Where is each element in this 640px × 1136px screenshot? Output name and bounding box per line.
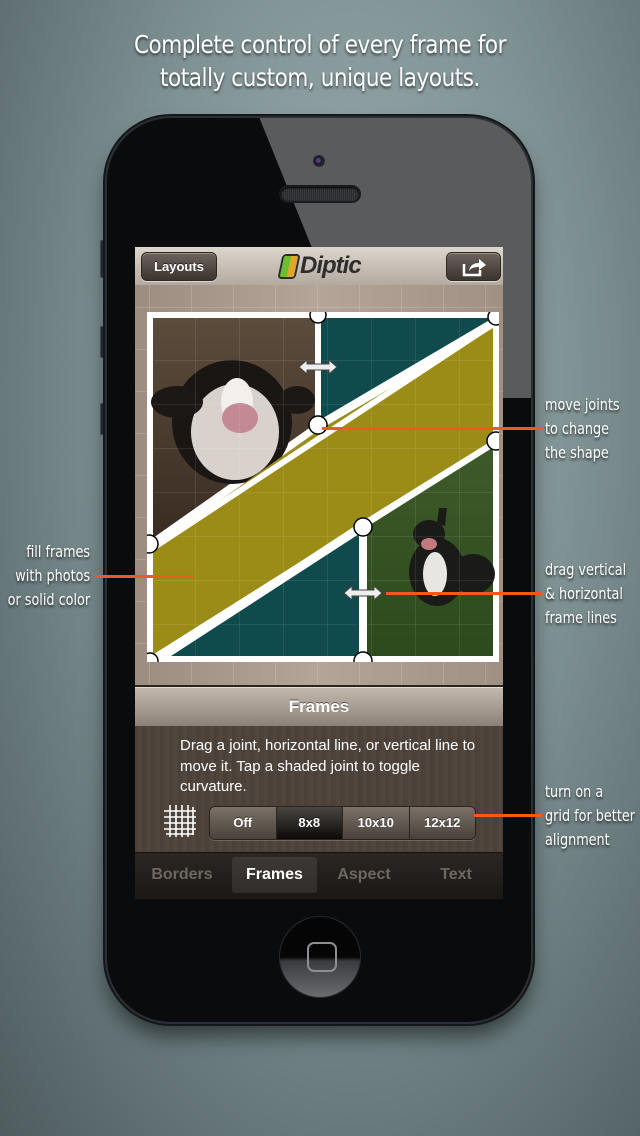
tab-borders[interactable]: Borders (141, 857, 223, 893)
home-square-icon (307, 942, 337, 972)
callout-line: alignment (545, 830, 610, 849)
grid-option-12x12[interactable]: 12x12 (409, 807, 475, 839)
callout-line: the shape (545, 443, 609, 462)
grid-size-segmented-control: Off 8x8 10x10 12x12 (209, 806, 476, 840)
grid-option-10x10[interactable]: 10x10 (343, 807, 410, 839)
tab-aspect[interactable]: Aspect (323, 857, 405, 893)
bottom-tab-bar: Borders Frames Aspect Text (135, 852, 503, 899)
callout-fill-frames: fill frames with photos or solid color (8, 540, 90, 612)
home-button (280, 917, 360, 997)
callout-leader-line (474, 814, 542, 817)
callout-line: move joints (545, 395, 620, 414)
callout-line: & horizontal (545, 584, 623, 603)
callout-line: fill frames (26, 542, 90, 561)
grid-option-off[interactable]: Off (210, 807, 277, 839)
headline-line-2: totally custom, unique layouts. (160, 63, 480, 92)
navigation-bar: Layouts Diptic (135, 247, 503, 286)
callout-line: or solid color (7, 590, 90, 609)
callout-leader-line (386, 592, 542, 595)
joint-handle[interactable] (147, 534, 159, 554)
joint-handle[interactable] (308, 415, 328, 435)
app-screen: Layouts Diptic Frames Drag a joint, hori… (135, 247, 503, 899)
layouts-button[interactable]: Layouts (141, 252, 217, 281)
help-text: Drag a joint, horizontal line, or vertic… (180, 737, 476, 795)
callout-line: drag vertical (545, 560, 627, 579)
joint-handle[interactable] (486, 431, 499, 451)
share-arrow-icon (462, 259, 486, 277)
earpiece-speaker (281, 187, 359, 201)
logo-text: Diptic (300, 252, 362, 279)
callout-line: grid for better (545, 806, 635, 825)
headline-line-1: Complete control of every frame for (133, 30, 507, 59)
share-button[interactable] (446, 252, 501, 281)
mute-switch (100, 240, 106, 278)
tab-frames[interactable]: Frames (232, 857, 317, 893)
grid-icon (164, 805, 196, 837)
callout-move-joints: move joints to change the shape (545, 393, 620, 465)
callout-leader-line (322, 427, 542, 430)
panel-title: Frames (135, 687, 503, 727)
diptic-logo: Diptic (277, 252, 362, 279)
promo-headline: Complete control of every frame for tota… (45, 28, 595, 94)
front-camera (313, 155, 325, 167)
grid-option-8x8[interactable]: 8x8 (276, 807, 343, 839)
logo-mark-icon (277, 253, 301, 279)
callout-line: to change (545, 419, 610, 438)
volume-up-button (100, 326, 106, 358)
collage-frames (147, 312, 499, 662)
callout-line: with photos (15, 566, 90, 585)
tab-text[interactable]: Text (415, 857, 497, 893)
callout-line: frame lines (545, 608, 617, 627)
callout-drag-lines: drag vertical & horizontal frame lines (545, 558, 626, 630)
callout-grid: turn on a grid for better alignment (545, 780, 635, 852)
callout-leader-line (95, 575, 193, 578)
volume-down-button (100, 403, 106, 435)
joint-handle[interactable] (309, 312, 327, 324)
frames-panel: Drag a joint, horizontal line, or vertic… (135, 726, 503, 852)
collage-canvas (135, 285, 503, 685)
joint-handle[interactable] (353, 517, 373, 537)
callout-line: turn on a (545, 782, 604, 801)
